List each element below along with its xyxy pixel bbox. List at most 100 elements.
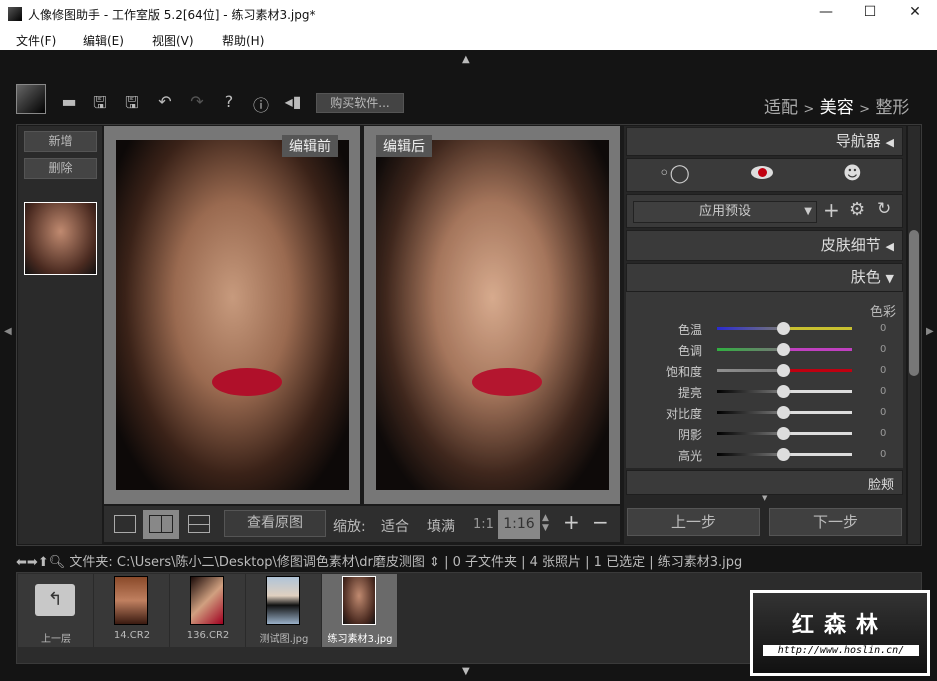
app-icon (8, 7, 22, 21)
color-group-label: 色彩 (870, 305, 897, 320)
redo-icon[interactable]: ↷ (186, 92, 208, 111)
mask-icon[interactable]: ☻ (843, 163, 862, 184)
slider-label: 饱和度 (665, 365, 702, 379)
refresh-icon[interactable]: ↻ (877, 199, 891, 219)
cheek-title: 脸颊 (867, 478, 894, 493)
left-panel-toggle-icon[interactable]: ◀ (4, 326, 12, 337)
scroll-down-icon[interactable]: ▼ (762, 494, 767, 502)
collapse-top-icon[interactable]: ▲ (462, 54, 470, 65)
menu-file[interactable]: 文件(F) (16, 32, 56, 49)
right-panel-toggle-icon[interactable]: ▶ (926, 326, 934, 337)
slider-handle[interactable] (777, 343, 790, 356)
after-photo (376, 140, 609, 490)
slider-handle[interactable] (777, 427, 790, 440)
watermark-url: http://www.hoslin.cn/ (763, 645, 919, 656)
slider-label: 色温 (677, 323, 702, 337)
search-icon[interactable]: 🔍︎ (49, 555, 66, 570)
slider-handle[interactable] (777, 322, 790, 335)
split-view-icon (149, 515, 173, 533)
breadcrumb-sep: > (803, 102, 815, 117)
cheek-header[interactable]: 脸颊 (626, 470, 903, 495)
preset-dropdown[interactable]: 应用预设 ▼ (633, 201, 817, 223)
skin-detail-title: 皮肤细节 (820, 236, 881, 254)
undo-icon[interactable]: ↶ (154, 92, 176, 111)
next-step-button[interactable]: 下一步 (769, 508, 902, 536)
zoom-1-1[interactable]: 1:1 (473, 517, 494, 532)
stacked-view-icon[interactable] (188, 515, 210, 533)
chevron-down-icon: ▼ (804, 206, 812, 217)
maximize-button[interactable]: ☐ (860, 4, 880, 20)
slider-handle[interactable] (777, 364, 790, 377)
zoom-spinner-icon[interactable]: ▲ ▼ (542, 513, 549, 533)
zoom-out-button[interactable]: − (592, 510, 609, 534)
film-thumbnail (114, 576, 148, 625)
path-bar: ⬅➡⬆🔍︎ 文件夹: C:\Users\陈小二\Desktop\修图调色素材\d… (16, 551, 742, 570)
help-icon[interactable]: ? (218, 92, 240, 111)
single-view-icon[interactable] (114, 515, 136, 533)
save-as-icon[interactable]: 🖫 (121, 92, 143, 119)
slider-label: 高光 (677, 449, 702, 463)
add-preset-icon[interactable]: + (823, 198, 840, 222)
collapse-left-icon: ◀ (885, 136, 894, 149)
watermark: 红森林 http://www.hoslin.cn/ (750, 590, 930, 676)
info-icon[interactable]: ⓘ (250, 92, 272, 116)
navigator-header[interactable]: 导航器 ◀ (626, 127, 903, 156)
scrollbar-thumb[interactable] (909, 230, 919, 376)
preset-value: 应用预设 (698, 204, 751, 219)
split-view-button[interactable] (143, 510, 179, 539)
tool-icons-row: ◦◯ ☻ (626, 158, 903, 192)
folder-info: | 0 子文件夹 | 4 张照片 | 1 已选定 | 练习素材3.jpg (444, 555, 743, 570)
film-item[interactable]: 14.CR2 (94, 574, 170, 647)
add-button[interactable]: 新增 (24, 131, 97, 152)
up-icon[interactable]: ⬆ (38, 555, 49, 570)
menu-view[interactable]: 视图(V) (152, 32, 194, 49)
skin-color-header[interactable]: 肤色 ▼ (626, 263, 903, 292)
delete-button[interactable]: 删除 (24, 158, 97, 179)
zoom-value[interactable]: 1:16 (498, 510, 540, 539)
buy-software-button[interactable]: 购买软件... (316, 93, 404, 113)
back-icon[interactable]: ⬅ (16, 555, 27, 570)
watermark-name: 红森林 (791, 613, 888, 638)
step-beauty[interactable]: 美容 (820, 98, 854, 118)
film-item-selected[interactable]: 练习素材3.jpg (322, 574, 398, 647)
film-item[interactable]: 136.CR2 (170, 574, 246, 647)
minimize-button[interactable]: — (816, 4, 836, 20)
save-icon[interactable]: 🖫 (89, 92, 111, 119)
plugin-icon[interactable]: ◂▮ (282, 92, 304, 111)
film-item[interactable]: 测试图.jpg (246, 574, 322, 647)
lips (212, 368, 282, 396)
film-item-parent[interactable]: ↰ 上一层 (18, 574, 94, 647)
view-original-button[interactable]: 查看原图 (224, 510, 326, 537)
step-reshape[interactable]: 整形 (875, 98, 909, 118)
lasso-circle-icon[interactable]: ◦◯ (659, 163, 690, 184)
gear-icon[interactable]: ⚙ (849, 199, 865, 220)
zoom-fill[interactable]: 填满 (427, 516, 455, 536)
skin-detail-header[interactable]: 皮肤细节 ◀ (626, 230, 903, 261)
forward-icon[interactable]: ➡ (27, 555, 38, 570)
prev-step-button[interactable]: 上一步 (627, 508, 760, 536)
slider-handle[interactable] (777, 385, 790, 398)
snapshot-thumbnail[interactable] (24, 202, 97, 275)
close-button[interactable]: ✕ (905, 4, 925, 20)
slider-label: 阴影 (677, 428, 702, 442)
slider-label: 对比度 (665, 407, 702, 421)
navigator-title: 导航器 (835, 132, 881, 150)
step-fit[interactable]: 适配 (764, 98, 798, 118)
menu-help[interactable]: 帮助(H) (222, 32, 264, 49)
zoom-in-button[interactable]: + (563, 510, 580, 534)
right-scrollbar[interactable] (908, 126, 920, 544)
after-pane: 编辑后 (364, 126, 620, 504)
folder-path[interactable]: C:\Users\陈小二\Desktop\修图调色素材\dr磨皮测图 (117, 555, 425, 570)
red-eye-icon[interactable] (751, 166, 773, 179)
skin-color-title: 肤色 (850, 268, 881, 286)
slider-value: 0 (880, 386, 887, 397)
open-folder-icon[interactable]: ▬ (58, 92, 80, 111)
slider-handle[interactable] (777, 448, 790, 461)
zoom-label: 缩放: (333, 519, 366, 535)
zoom-fit[interactable]: 适合 (381, 516, 409, 536)
menu-edit[interactable]: 编辑(E) (83, 32, 124, 49)
slider-handle[interactable] (777, 406, 790, 419)
film-label: 136.CR2 (186, 630, 230, 641)
collapse-bottom-icon[interactable]: ▼ (462, 666, 470, 677)
path-spinner-icon[interactable]: ⇕ (429, 555, 440, 570)
